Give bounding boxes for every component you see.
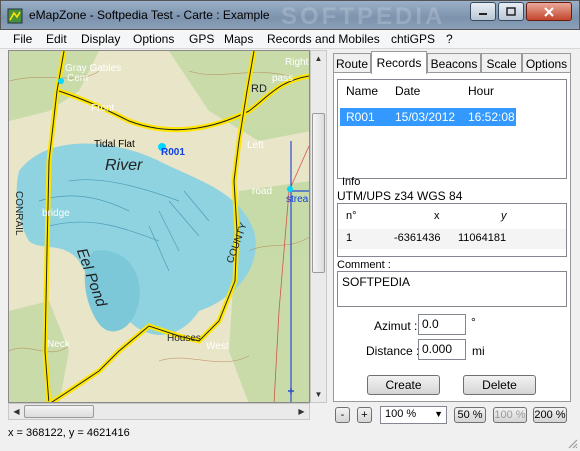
column-header-name[interactable]: Name <box>341 80 378 102</box>
records-panel: Name Date Hour R001 15/03/2012 16:52:08 … <box>333 72 571 402</box>
title-bar: eMapZone - Softpedia Test - Carte : Exam… <box>0 0 580 30</box>
vertical-scroll-thumb[interactable] <box>312 113 325 273</box>
watermark: SOFTPEDIA <box>281 3 446 30</box>
map-label-front: Front <box>91 103 115 114</box>
map-label-tidal-flat: Tidal Flat <box>94 139 135 150</box>
menu-display[interactable]: Display <box>81 32 120 46</box>
map-vertical-scrollbar[interactable]: ▲ ▼ <box>310 50 327 403</box>
map-label-conrail: CONRAIL <box>13 191 24 236</box>
map-label-houses: Houses <box>167 333 201 344</box>
scroll-right-arrow[interactable]: ▶ <box>294 404 309 419</box>
azimut-unit: ° <box>471 315 476 329</box>
menu-file[interactable]: File <box>13 32 32 46</box>
map-label-left: Left <box>247 140 264 151</box>
column-header-n: n° <box>346 210 357 222</box>
record-hour: 16:52:08 <box>468 110 515 124</box>
scroll-left-arrow[interactable]: ◀ <box>9 404 24 419</box>
resize-grip-icon[interactable] <box>566 437 578 449</box>
record-date: 15/03/2012 <box>395 110 456 124</box>
tab-records[interactable]: Records <box>371 51 427 74</box>
zoom-select[interactable]: 100 % ▼ <box>380 406 447 424</box>
zoom-in-button[interactable]: + <box>357 407 372 423</box>
zoom-50-button[interactable]: 50 % <box>454 407 486 423</box>
zoom-out-button[interactable]: - <box>335 407 350 423</box>
coordinates-row[interactable] <box>338 229 566 249</box>
minimize-button[interactable] <box>470 2 496 21</box>
map-horizontal-scrollbar[interactable]: ◀ ▶ <box>8 403 310 420</box>
close-icon <box>544 6 554 17</box>
comment-label: Comment : <box>337 259 391 271</box>
map-label-right: Right <box>285 57 309 68</box>
chevron-down-icon: ▼ <box>434 409 443 419</box>
window-title: eMapZone - Softpedia Test - Carte : Exam… <box>29 8 270 22</box>
map-label-pass: pass <box>272 73 294 84</box>
app-icon <box>7 8 23 24</box>
zoom-200-button[interactable]: 200 % <box>533 407 567 423</box>
tab-route[interactable]: Route <box>333 53 371 73</box>
column-header-hour[interactable]: Hour <box>463 80 494 102</box>
create-button[interactable]: Create <box>367 375 440 395</box>
delete-button[interactable]: Delete <box>463 375 536 395</box>
map-label-cem: Cem <box>67 73 89 84</box>
scroll-up-arrow[interactable]: ▲ <box>311 51 326 66</box>
tab-scale[interactable]: Scale <box>481 53 522 73</box>
coord-y: 11064181 <box>458 232 507 244</box>
records-list[interactable]: Name Date Hour R001 15/03/2012 16:52:08 <box>337 79 567 179</box>
waypoint-r001-label[interactable]: R001 <box>161 147 185 158</box>
scroll-down-arrow[interactable]: ▼ <box>311 387 326 402</box>
map-label-bridge: bridge <box>42 208 70 219</box>
distance-label: Distance : <box>366 344 420 358</box>
menu-bar: File Edit Display Options GPS Maps Recor… <box>0 30 580 49</box>
close-button[interactable] <box>526 2 572 21</box>
azimut-label: Azimut : <box>374 319 418 333</box>
menu-chtigps[interactable]: chtiGPS <box>391 32 435 46</box>
table-row[interactable]: R001 15/03/2012 16:52:08 <box>340 108 516 126</box>
column-header-x: x <box>434 210 440 222</box>
maximize-button[interactable] <box>498 2 524 21</box>
record-name: R001 <box>346 110 375 124</box>
menu-gps[interactable]: GPS <box>189 32 214 46</box>
tab-options[interactable]: Options <box>522 53 571 73</box>
menu-records-and-mobiles[interactable]: Records and Mobiles <box>267 32 380 46</box>
zoom-100-button[interactable]: 100 % <box>493 407 527 423</box>
menu-help[interactable]: ? <box>446 32 453 46</box>
map-label-rd: RD <box>251 83 267 95</box>
map-label-west: West <box>206 341 229 352</box>
tab-bar: Route Records Beacons Scale Options <box>333 51 571 74</box>
menu-options[interactable]: Options <box>133 32 174 46</box>
info-label: Info <box>342 176 361 188</box>
comment-field[interactable]: SOFTPEDIA <box>337 271 567 307</box>
horizontal-scroll-thumb[interactable] <box>24 405 94 418</box>
coordinates-table[interactable]: n° x y 1 -6361436 11064181 <box>337 203 567 257</box>
menu-maps[interactable]: Maps <box>224 32 253 46</box>
maximize-icon <box>506 7 516 16</box>
coord-x: -6361436 <box>394 232 441 244</box>
tab-beacons[interactable]: Beacons <box>427 53 481 73</box>
distance-field[interactable]: 0.000 <box>418 339 466 360</box>
coord-n: 1 <box>346 232 353 244</box>
projection-label: UTM/UPS z34 WGS 84 <box>337 189 463 203</box>
column-header-y: y <box>501 210 507 222</box>
map-label-river: River <box>105 157 143 174</box>
azimut-field[interactable]: 0.0 <box>418 314 466 335</box>
topo-map <box>9 51 309 402</box>
map-label-neck: Neck <box>47 339 70 350</box>
map-label-road: road <box>252 186 273 197</box>
minimize-icon <box>479 12 487 15</box>
status-coordinates: x = 368122, y = 4621416 <box>8 427 130 439</box>
menu-edit[interactable]: Edit <box>46 32 67 46</box>
map-label-stream: strea <box>286 194 309 205</box>
column-header-date[interactable]: Date <box>390 80 420 102</box>
zoom-select-value: 100 % <box>385 408 417 420</box>
map-view[interactable]: Gray Gables Cem Front Tidal Flat R001 Ri… <box>8 50 310 403</box>
distance-unit: mi <box>472 344 485 358</box>
